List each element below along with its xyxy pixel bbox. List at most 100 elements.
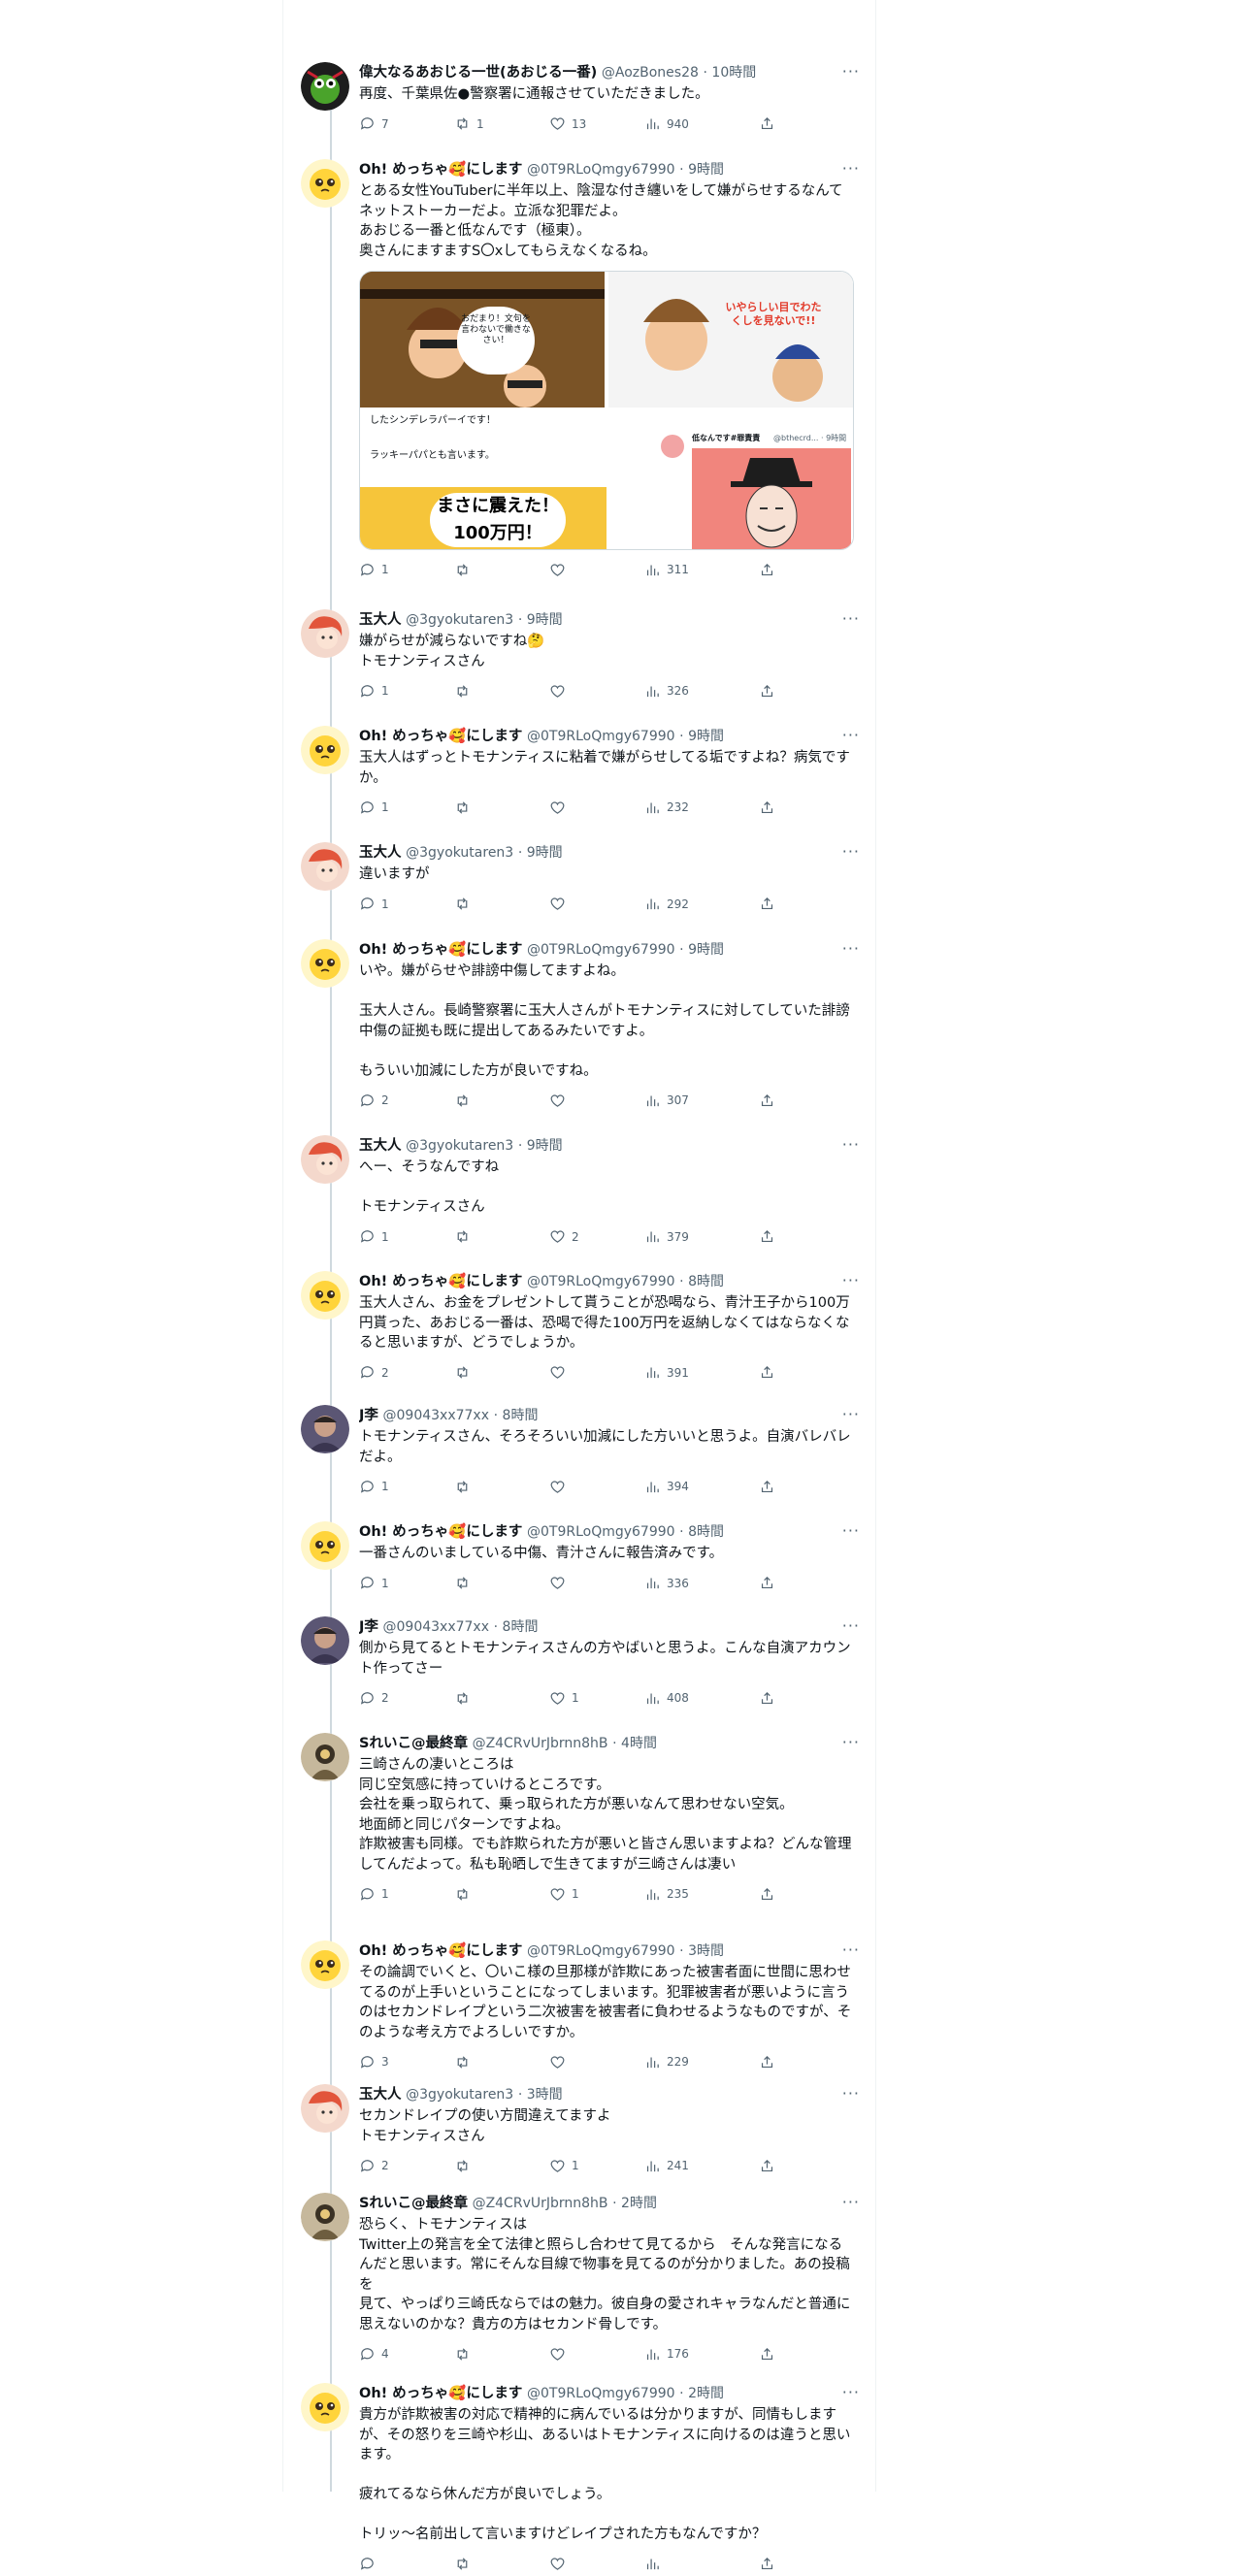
timestamp[interactable]: 2時間 bbox=[688, 2386, 724, 2401]
avatar[interactable] bbox=[301, 726, 349, 774]
display-name[interactable]: Oh! めっちゃ🥰にします bbox=[359, 162, 522, 178]
quote-tweet-image[interactable]: 低なんです#罪責責 @bthecrd... · 9時間 bbox=[657, 433, 853, 549]
media-image-2[interactable]: いやらしい目でわたくしを見ないで!! bbox=[608, 272, 853, 408]
retweet-button[interactable] bbox=[454, 679, 476, 702]
avatar[interactable] bbox=[301, 842, 349, 891]
like-button[interactable]: 2 bbox=[549, 1225, 579, 1249]
more-options-icon[interactable]: ··· bbox=[842, 1616, 860, 1635]
reply-button[interactable]: 2 bbox=[359, 1686, 389, 1710]
handle[interactable]: @3gyokutaren3 bbox=[406, 612, 513, 628]
share-button[interactable] bbox=[759, 1572, 775, 1595]
share-button[interactable] bbox=[759, 796, 775, 819]
timestamp[interactable]: 9時間 bbox=[527, 845, 563, 861]
share-button[interactable] bbox=[759, 1882, 775, 1906]
handle[interactable]: @3gyokutaren3 bbox=[406, 1138, 513, 1154]
display-name[interactable]: 玉大人 bbox=[359, 2087, 402, 2103]
timestamp[interactable]: 8時間 bbox=[688, 1274, 724, 1289]
more-options-icon[interactable]: ··· bbox=[842, 842, 860, 861]
views-button[interactable]: 241 bbox=[644, 2154, 689, 2177]
retweet-button[interactable]: 1 bbox=[454, 113, 484, 136]
views-button[interactable]: 229 bbox=[644, 2050, 689, 2073]
share-button[interactable] bbox=[759, 1089, 775, 1112]
avatar[interactable] bbox=[301, 1616, 349, 1665]
reply-button[interactable]: 1 bbox=[359, 1572, 389, 1595]
avatar[interactable] bbox=[301, 1733, 349, 1781]
like-button[interactable] bbox=[549, 796, 572, 819]
retweet-button[interactable] bbox=[454, 2154, 476, 2177]
reply-button[interactable]: 1 bbox=[359, 796, 389, 819]
more-options-icon[interactable]: ··· bbox=[842, 159, 860, 178]
handle[interactable]: @0T9RLoQmgy67990 bbox=[527, 162, 675, 178]
reply-button[interactable]: 2 bbox=[359, 1089, 389, 1112]
timestamp[interactable]: 10時間 bbox=[711, 65, 756, 81]
timestamp[interactable]: 8時間 bbox=[503, 1619, 539, 1635]
views-button[interactable]: 391 bbox=[644, 1361, 689, 1385]
retweet-button[interactable] bbox=[454, 1686, 476, 1710]
timestamp[interactable]: 3時間 bbox=[688, 1943, 724, 1959]
more-options-icon[interactable]: ··· bbox=[842, 2193, 860, 2211]
reply-button[interactable]: 4 bbox=[359, 2342, 389, 2365]
views-button[interactable]: 311 bbox=[644, 558, 689, 581]
more-options-icon[interactable]: ··· bbox=[842, 1271, 860, 1289]
like-button[interactable]: 1 bbox=[549, 1686, 579, 1710]
like-button[interactable]: 13 bbox=[549, 113, 586, 136]
timestamp[interactable]: 9時間 bbox=[527, 1138, 563, 1154]
display-name[interactable]: Oh! めっちゃ🥰にします bbox=[359, 942, 522, 958]
like-button[interactable] bbox=[549, 1475, 572, 1498]
avatar[interactable] bbox=[301, 1405, 349, 1453]
reply-button[interactable]: 1 bbox=[359, 1225, 389, 1249]
views-button[interactable]: 307 bbox=[644, 1089, 689, 1112]
display-name[interactable]: 偉大なるあおじる一世(あおじる一番) bbox=[359, 65, 597, 81]
handle[interactable]: @3gyokutaren3 bbox=[406, 845, 513, 861]
display-name[interactable]: Sれいこ@最終章 bbox=[359, 2196, 468, 2211]
avatar[interactable] bbox=[301, 62, 349, 111]
display-name[interactable]: J李 bbox=[359, 1408, 378, 1423]
like-button[interactable] bbox=[549, 2342, 572, 2365]
avatar[interactable] bbox=[301, 939, 349, 988]
timestamp[interactable]: 3時間 bbox=[527, 2087, 563, 2103]
like-button[interactable]: 1 bbox=[549, 1882, 579, 1906]
reply-button[interactable]: 1 bbox=[359, 893, 389, 916]
timestamp[interactable]: 9時間 bbox=[688, 162, 724, 178]
more-options-icon[interactable]: ··· bbox=[842, 939, 860, 958]
views-button[interactable]: 940 bbox=[644, 113, 689, 136]
handle[interactable]: @0T9RLoQmgy67990 bbox=[527, 1274, 675, 1289]
views-button[interactable]: 326 bbox=[644, 679, 689, 702]
more-options-icon[interactable]: ··· bbox=[842, 1940, 860, 1959]
like-button[interactable] bbox=[549, 2050, 572, 2073]
share-button[interactable] bbox=[759, 2342, 775, 2365]
handle[interactable]: @0T9RLoQmgy67990 bbox=[527, 1524, 675, 1540]
handle[interactable]: @0T9RLoQmgy67990 bbox=[527, 942, 675, 958]
timestamp[interactable]: 9時間 bbox=[688, 729, 724, 744]
reply-button[interactable]: 1 bbox=[359, 1882, 389, 1906]
avatar[interactable] bbox=[301, 159, 349, 208]
handle[interactable]: @0T9RLoQmgy67990 bbox=[527, 729, 675, 744]
more-options-icon[interactable]: ··· bbox=[842, 1521, 860, 1540]
share-button[interactable] bbox=[759, 558, 775, 581]
share-button[interactable] bbox=[759, 893, 775, 916]
avatar[interactable] bbox=[301, 1135, 349, 1184]
like-button[interactable] bbox=[549, 1361, 572, 1385]
like-button[interactable] bbox=[549, 2553, 572, 2576]
retweet-button[interactable] bbox=[454, 1572, 476, 1595]
more-options-icon[interactable]: ··· bbox=[842, 1135, 860, 1154]
like-button[interactable] bbox=[549, 893, 572, 916]
avatar[interactable] bbox=[301, 1521, 349, 1570]
handle[interactable]: @Z4CRvUrJbrnn8hB bbox=[473, 2196, 608, 2211]
display-name[interactable]: J李 bbox=[359, 1619, 378, 1635]
display-name[interactable]: Oh! めっちゃ🥰にします bbox=[359, 1274, 522, 1289]
avatar[interactable] bbox=[301, 1940, 349, 1989]
views-button[interactable]: 408 bbox=[644, 1686, 689, 1710]
image-collage[interactable]: おだまり！文句を言わないで働きなさい！ いやらしい目でわたくしを見ないで!! したシ… bbox=[359, 271, 854, 550]
reply-button[interactable] bbox=[359, 2553, 381, 2576]
more-options-icon[interactable]: ··· bbox=[842, 609, 860, 628]
views-button[interactable]: 292 bbox=[644, 893, 689, 916]
like-button[interactable] bbox=[549, 558, 572, 581]
reply-button[interactable]: 7 bbox=[359, 113, 389, 136]
timestamp[interactable]: 4時間 bbox=[621, 1736, 657, 1751]
handle[interactable]: @AozBones28 bbox=[602, 65, 699, 81]
display-name[interactable]: Oh! めっちゃ🥰にします bbox=[359, 729, 522, 744]
avatar[interactable] bbox=[301, 2084, 349, 2133]
more-options-icon[interactable]: ··· bbox=[842, 1733, 860, 1751]
handle[interactable]: @Z4CRvUrJbrnn8hB bbox=[473, 1736, 608, 1751]
